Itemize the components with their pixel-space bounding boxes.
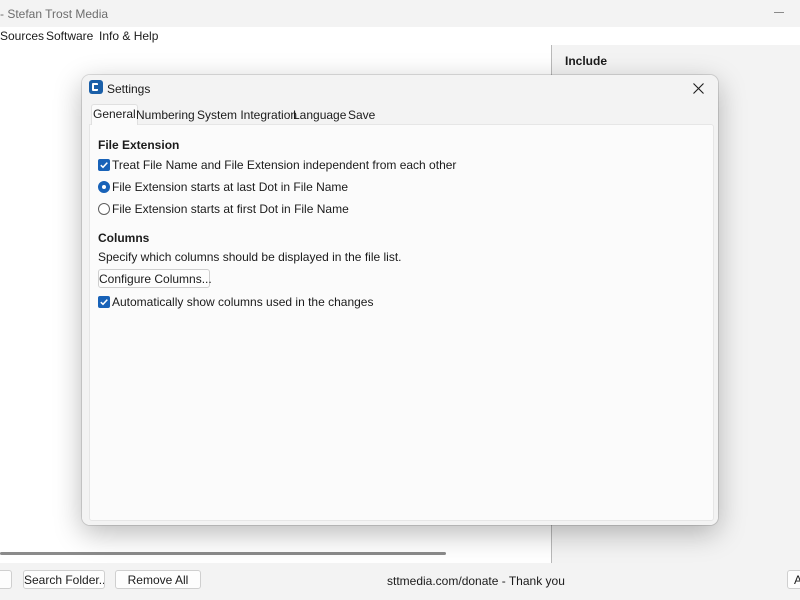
tab-system-integration[interactable]: System Integration: [196, 106, 298, 124]
menu-item-sources[interactable]: Sources: [0, 29, 44, 43]
first-dot-radio[interactable]: [98, 203, 110, 215]
donate-link[interactable]: sttmedia.com/donate - Thank you: [387, 574, 565, 588]
last-dot-radio[interactable]: [98, 181, 110, 193]
minimize-button[interactable]: [754, 0, 800, 27]
tab-language[interactable]: Language: [292, 106, 347, 124]
horizontal-scrollbar-thumb[interactable]: [0, 552, 446, 555]
include-heading: Include: [565, 54, 608, 68]
check-icon: [100, 299, 108, 306]
bottom-left-button-clipped[interactable]: [0, 570, 12, 589]
remove-all-button[interactable]: Remove All: [115, 570, 201, 589]
settings-app-icon: [89, 80, 103, 94]
search-folder-button[interactable]: Search Folder...: [23, 570, 105, 589]
tab-general[interactable]: General: [91, 104, 138, 125]
main-window-titlebar: - Stefan Trost Media: [0, 0, 800, 27]
columns-description: Specify which columns should be displaye…: [98, 250, 402, 264]
menu-item-info-help[interactable]: Info & Help: [99, 29, 158, 43]
dialog-titlebar: Settings: [82, 75, 718, 102]
menu-item-software[interactable]: Software: [46, 29, 93, 43]
first-dot-radio-label: File Extension starts at first Dot in Fi…: [112, 202, 349, 216]
close-button[interactable]: [682, 75, 718, 102]
dialog-title: Settings: [107, 82, 151, 96]
file-extension-heading: File Extension: [98, 138, 180, 152]
last-dot-radio-label: File Extension starts at last Dot in Fil…: [112, 180, 349, 194]
auto-show-checkbox[interactable]: [98, 296, 110, 308]
check-icon: [100, 162, 108, 169]
independent-checkbox[interactable]: [98, 159, 110, 171]
tab-numbering[interactable]: Numbering: [135, 106, 196, 124]
auto-show-checkbox-label: Automatically show columns used in the c…: [112, 295, 374, 309]
main-window-title: - Stefan Trost Media: [0, 7, 109, 21]
general-tab-panel: File Extension Treat File Name and File …: [89, 124, 714, 521]
menu-bar: Sources Software Info & Help: [0, 27, 800, 45]
independent-checkbox-label: Treat File Name and File Extension indep…: [112, 158, 457, 172]
bottom-right-button-clipped[interactable]: A: [787, 570, 800, 589]
columns-heading: Columns: [98, 231, 150, 245]
configure-columns-button[interactable]: Configure Columns...: [98, 269, 212, 288]
tab-save[interactable]: Save: [347, 106, 376, 124]
settings-dialog: Settings File Extension Treat File Name …: [82, 75, 718, 525]
close-icon: [693, 83, 704, 94]
